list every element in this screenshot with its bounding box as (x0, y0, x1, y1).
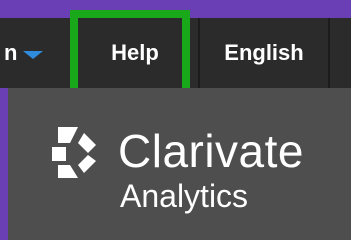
chevron-down-icon[interactable] (23, 51, 44, 59)
nav-separator (328, 18, 330, 88)
nav-item-partial-label: n (4, 40, 18, 65)
brand-name: Clarivate (118, 125, 305, 177)
clarivate-logo-icon (52, 127, 96, 178)
nav-item-partial[interactable]: n (0, 18, 70, 88)
brand-subtitle: Analytics (120, 178, 249, 214)
help-highlight-box (70, 10, 190, 100)
language-selector[interactable]: English (200, 18, 328, 88)
language-selector-label: English (224, 40, 304, 65)
